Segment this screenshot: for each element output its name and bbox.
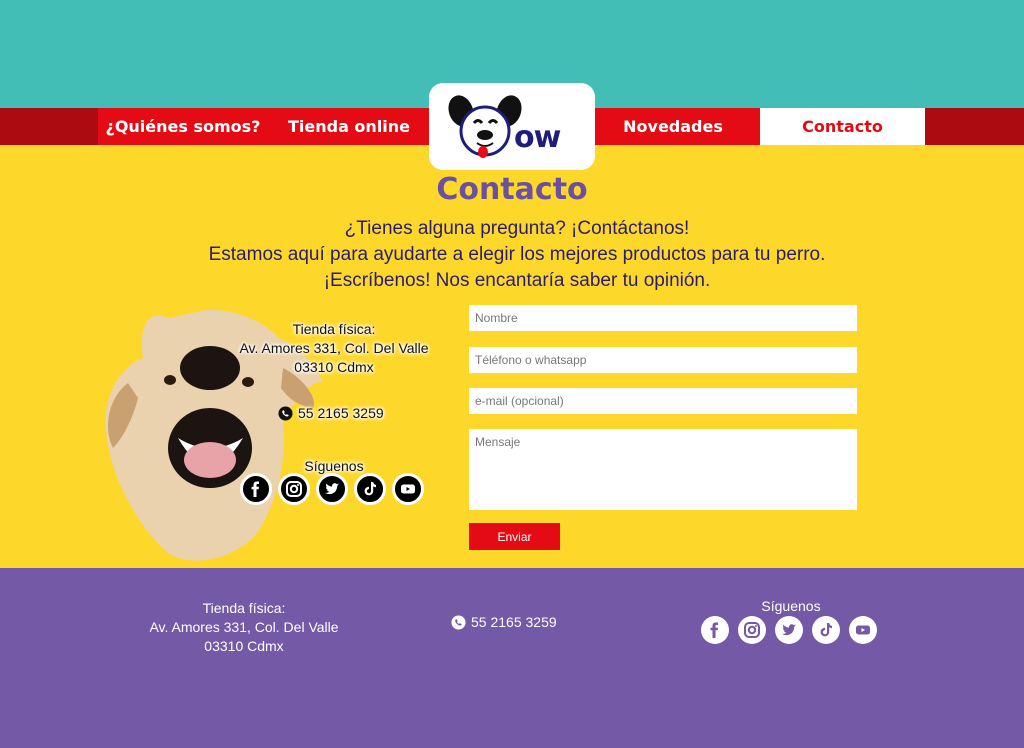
twitter-icon[interactable] [316,473,348,505]
whatsapp-icon [278,406,293,421]
tiktok-icon[interactable] [812,616,840,644]
logo[interactable]: ow [429,83,595,170]
store-address-line1: Av. Amores 331, Col. Del Valle [239,340,429,356]
phone-input[interactable] [469,347,857,373]
footer: Tienda física: Av. Amores 331, Col. Del … [0,568,1024,748]
nav-contacto[interactable]: Contacto [760,108,925,145]
twitter-icon[interactable] [775,616,803,644]
instagram-icon[interactable] [738,616,766,644]
facebook-icon[interactable] [701,616,729,644]
footer-social-links [701,616,877,644]
footer-store-heading: Tienda física: [202,600,286,616]
footer-phone-info[interactable]: 55 2165 3259 [451,613,557,632]
store-address-line2: 03310 Cdmx [294,359,374,375]
footer-store-info: Tienda física: Av. Amores 331, Col. Del … [140,599,348,656]
store-heading: Tienda física: [292,321,376,337]
facebook-icon[interactable] [240,473,272,505]
footer-phone-number: 55 2165 3259 [471,614,557,630]
phone-info[interactable]: 55 2165 3259 [278,404,384,423]
nav-novedades[interactable]: Novedades [598,108,748,145]
store-info: Tienda física: Av. Amores 331, Col. Del … [226,320,442,377]
footer-social-heading: Síguenos [761,598,821,614]
nav-quienes-somos[interactable]: ¿Quiénes somos? [104,108,262,145]
name-input[interactable] [469,305,857,331]
logo-text: ow [514,120,561,155]
intro-line-1: ¿Tienes alguna pregunta? ¡Contáctanos! [344,218,690,239]
nav-tienda-online[interactable]: Tienda online [272,108,426,145]
message-input[interactable] [469,429,857,510]
footer-store-address-line1: Av. Amores 331, Col. Del Valle [149,619,339,635]
whatsapp-icon [451,615,466,630]
phone-number: 55 2165 3259 [298,405,384,421]
intro-line-2: Estamos aquí para ayudarte a elegir los … [208,244,826,265]
page-title: Contacto [436,172,588,207]
email-input[interactable] [469,388,857,414]
intro-text: ¿Tienes alguna pregunta? ¡Contáctanos! E… [0,216,1024,294]
tiktok-icon[interactable] [354,473,386,505]
youtube-icon[interactable] [849,616,877,644]
instagram-icon[interactable] [278,473,310,505]
youtube-icon[interactable] [392,473,424,505]
social-links [240,473,424,505]
intro-line-3: ¡Escríbenos! Nos encantaría saber tu opi… [323,270,711,291]
send-button[interactable]: Enviar [469,523,560,550]
footer-store-address-line2: 03310 Cdmx [204,638,284,654]
